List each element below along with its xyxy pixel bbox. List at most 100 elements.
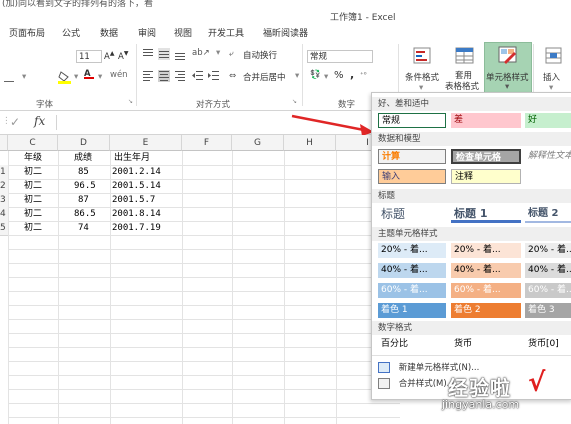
style-20-accent1[interactable]: 20% - 着...: [378, 243, 446, 258]
conditional-format-button[interactable]: 条件格式 ▾: [402, 44, 444, 96]
tab-formulas[interactable]: 公式: [62, 26, 80, 39]
cell-styles-button[interactable]: 单元格样式 ▾: [484, 42, 532, 96]
fill-color-icon[interactable]: [58, 70, 72, 87]
align-right-icon[interactable]: [174, 70, 186, 82]
format-as-table-button[interactable]: 套用 表格格式: [444, 44, 486, 96]
style-40-accent1[interactable]: 40% - 着...: [378, 263, 446, 278]
border-icon[interactable]: [4, 73, 14, 82]
style-40-accent2[interactable]: 40% - 着...: [451, 263, 521, 278]
table-cell[interactable]: 74: [78, 221, 89, 235]
align-left-icon[interactable]: [142, 70, 154, 82]
row-header[interactable]: 2: [0, 179, 8, 194]
table-cell[interactable]: 初二: [24, 221, 42, 235]
style-good[interactable]: 好: [525, 113, 571, 128]
font-size-combo[interactable]: 11: [76, 50, 102, 63]
shrink-font-icon[interactable]: A▼: [118, 50, 128, 62]
font-color-icon[interactable]: A: [84, 69, 94, 79]
style-currency[interactable]: 货币: [451, 337, 521, 352]
tab-developer[interactable]: 开发工具: [208, 26, 244, 39]
style-bad[interactable]: 差: [451, 113, 521, 128]
phonetic-icon[interactable]: wén: [110, 70, 128, 80]
align-middle-icon[interactable]: [158, 48, 170, 60]
font-launcher-icon[interactable]: ↘: [128, 98, 133, 105]
col-header-c[interactable]: C: [8, 135, 58, 151]
table-cell[interactable]: 87: [78, 193, 89, 207]
increase-indent-icon[interactable]: [208, 70, 220, 82]
tab-page-layout[interactable]: 页面布局: [9, 26, 45, 39]
table-cell[interactable]: 2001.7.19: [112, 221, 161, 235]
merge-styles-item[interactable]: 合并样式(M)...: [378, 377, 455, 389]
style-heading-1[interactable]: 标题 1: [451, 205, 521, 223]
enter-icon[interactable]: ✓: [10, 115, 20, 129]
wrap-text-button[interactable]: ⤶ 自动换行: [228, 46, 292, 64]
cell-header-score[interactable]: 成绩: [74, 151, 92, 165]
comma-button[interactable]: ,: [350, 68, 354, 81]
insert-function-icon[interactable]: fx: [34, 114, 45, 128]
tab-data[interactable]: 数据: [100, 26, 118, 39]
style-accent2[interactable]: 着色 2: [451, 303, 521, 318]
percent-button[interactable]: %: [334, 70, 344, 81]
style-title[interactable]: 标题: [378, 205, 446, 223]
row-header[interactable]: 4: [0, 207, 8, 222]
cell-header-grade[interactable]: 年级: [24, 151, 42, 165]
style-explanatory[interactable]: 解释性文本: [525, 149, 571, 164]
table-cell[interactable]: 85: [78, 165, 89, 179]
orientation-dropdown-icon[interactable]: ▾: [216, 48, 220, 58]
row-header[interactable]: 5: [0, 221, 8, 236]
tab-review[interactable]: 审阅: [138, 26, 156, 39]
orientation-icon[interactable]: ab↗: [192, 48, 210, 58]
col-header-f[interactable]: F: [182, 135, 232, 151]
accounting-format-icon[interactable]: 💱: [310, 70, 321, 80]
table-cell[interactable]: 初二: [24, 179, 42, 193]
table-cell[interactable]: 初二: [24, 207, 42, 221]
increase-decimal-icon[interactable]: ⁺⁰: [360, 71, 367, 79]
table-cell[interactable]: 2001.5.7: [112, 193, 155, 207]
align-center-icon[interactable]: [158, 70, 170, 82]
table-cell[interactable]: 2001.8.14: [112, 207, 161, 221]
align-bottom-icon[interactable]: [174, 48, 186, 60]
insert-button[interactable]: 插入 ▾: [536, 44, 571, 96]
row-header[interactable]: 1: [0, 165, 8, 180]
tab-foxit-reader[interactable]: 福昕阅读器: [263, 26, 308, 39]
table-cell[interactable]: 2001.5.14: [112, 179, 161, 193]
col-header-h[interactable]: H: [284, 135, 336, 151]
fill-dropdown-icon[interactable]: ▾: [74, 72, 78, 82]
col-header-d[interactable]: D: [58, 135, 110, 151]
col-header-g[interactable]: G: [232, 135, 284, 151]
table-cell[interactable]: 初二: [24, 165, 42, 179]
style-percent[interactable]: 百分比: [378, 337, 446, 352]
row-header[interactable]: 3: [0, 193, 8, 208]
style-input[interactable]: 输入: [378, 169, 446, 184]
style-60-accent1[interactable]: 60% - 着...: [378, 283, 446, 298]
style-20-accent3[interactable]: 20% - 着...: [525, 243, 571, 258]
style-40-accent3[interactable]: 40% - 着...: [525, 263, 571, 278]
merge-center-button[interactable]: ⇔ 合并后居中 ▾: [228, 68, 302, 86]
decrease-indent-icon[interactable]: [192, 70, 204, 82]
worksheet-grid[interactable]: C D E F G H I 年级 成绩 出生年月 1 初二 85 2001.2.…: [0, 135, 400, 424]
table-cell[interactable]: 初二: [24, 193, 42, 207]
style-calculation[interactable]: 计算: [378, 149, 446, 164]
alignment-launcher-icon[interactable]: ↘: [292, 98, 297, 105]
number-format-combo[interactable]: 常规: [307, 50, 373, 63]
table-cell[interactable]: 2001.2.14: [112, 165, 161, 179]
align-top-icon[interactable]: [142, 48, 154, 60]
style-check-cell[interactable]: 检查单元格: [451, 149, 521, 164]
grow-font-icon[interactable]: A▲: [104, 50, 114, 62]
style-currency-0[interactable]: 货币[0]: [525, 337, 571, 352]
style-normal[interactable]: 常规: [378, 113, 446, 128]
table-cell[interactable]: 86.5: [74, 207, 96, 221]
accounting-dropdown-icon[interactable]: ▾: [324, 72, 328, 82]
font-color-dropdown-icon[interactable]: ▾: [98, 72, 102, 82]
tab-view[interactable]: 视图: [174, 26, 192, 39]
style-accent1[interactable]: 着色 1: [378, 303, 446, 318]
style-60-accent3[interactable]: 60% - 着...: [525, 283, 571, 298]
style-heading-2[interactable]: 标题 2: [525, 205, 571, 223]
col-header-e[interactable]: E: [110, 135, 182, 151]
style-note[interactable]: 注释: [451, 169, 521, 184]
table-cell[interactable]: 96.5: [74, 179, 96, 193]
style-accent3[interactable]: 着色 3: [525, 303, 571, 318]
style-20-accent2[interactable]: 20% - 着...: [451, 243, 521, 258]
style-60-accent2[interactable]: 60% - 着...: [451, 283, 521, 298]
border-dropdown-icon[interactable]: ▾: [22, 72, 26, 82]
cell-header-birth[interactable]: 出生年月: [114, 151, 150, 165]
